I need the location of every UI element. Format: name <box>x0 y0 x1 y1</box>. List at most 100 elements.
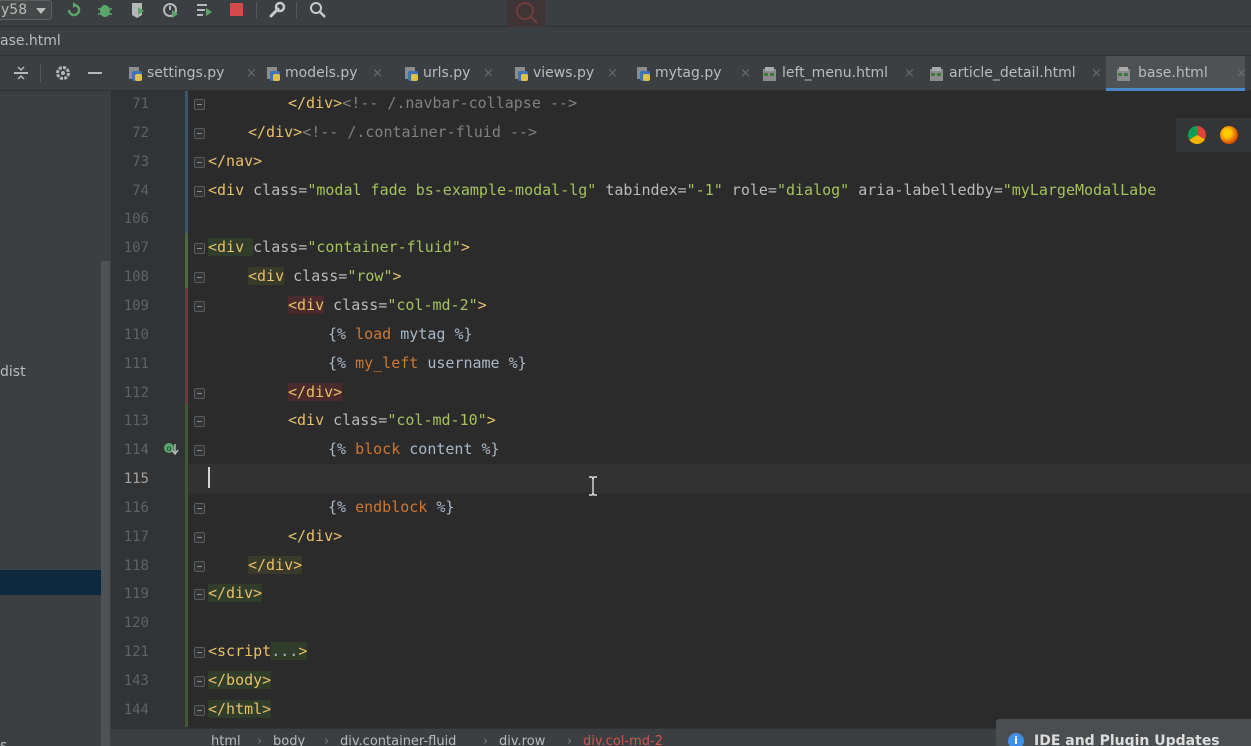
close-icon[interactable]: × <box>372 56 383 91</box>
ide-updates-notification[interactable]: i IDE and Plugin Updates <box>996 719 1251 746</box>
fold-toggle-icon[interactable] <box>194 704 205 716</box>
code-token: %} <box>508 353 527 372</box>
code-token: "myLargeModalLabe <box>1002 180 1157 199</box>
tab-urls-py[interactable]: urls.py × <box>403 56 509 91</box>
vcs-change-marker[interactable] <box>185 233 188 288</box>
breadcrumb-item[interactable]: html <box>211 734 241 746</box>
fold-toggle-icon[interactable] <box>194 127 205 139</box>
tab-mytag-py[interactable]: mytag.py × <box>635 56 758 91</box>
line-number: 71 <box>132 96 149 112</box>
code-line: <script...> <box>208 642 308 661</box>
line-number: 120 <box>123 615 149 632</box>
breadcrumb-separator: › <box>483 734 489 746</box>
fold-toggle-icon[interactable] <box>194 387 205 399</box>
coverage-button[interactable] <box>127 0 149 20</box>
fold-toggle-icon[interactable] <box>194 531 205 543</box>
code-token: <div <box>208 180 254 199</box>
search-everywhere-button[interactable] <box>307 0 329 20</box>
code-token: > <box>298 642 308 661</box>
gear-icon[interactable] <box>54 64 72 82</box>
fold-toggle-icon[interactable] <box>194 243 205 255</box>
code-line: {% my_left username %} <box>328 354 527 372</box>
code-line: </nav> <box>208 152 262 170</box>
line-number: 119 <box>123 586 149 603</box>
code-line: </html> <box>208 699 272 718</box>
close-icon[interactable]: × <box>904 56 915 91</box>
settings-wrench-button[interactable] <box>266 0 288 20</box>
breadcrumb-item[interactable]: body <box>273 734 305 746</box>
stop-button[interactable] <box>226 0 248 20</box>
override-marker-icon[interactable]: o <box>162 440 180 456</box>
breadcrumb-item[interactable]: div.container-fluid <box>340 734 456 746</box>
code-token: </div> <box>288 526 343 545</box>
tab-base-html[interactable]: base.html × <box>1106 56 1247 91</box>
code-token: </html> <box>208 699 272 718</box>
code-line: <div class="col-md-2"> <box>288 295 487 314</box>
file-path-crumb[interactable]: ase.html <box>0 33 61 49</box>
firefox-icon[interactable] <box>1220 126 1238 144</box>
code-token: <div <box>288 411 334 430</box>
fold-toggle-icon[interactable] <box>194 185 205 197</box>
line-number: 143 <box>123 673 149 689</box>
fold-toggle-icon[interactable] <box>194 502 205 514</box>
fold-toggle-icon[interactable] <box>194 156 205 168</box>
code-token: "modal fade bs-example-modal-lg" <box>307 180 597 199</box>
run-configuration-select[interactable]: y58 <box>0 0 52 20</box>
fold-toggle-icon[interactable] <box>194 589 205 601</box>
fold-toggle-icon[interactable] <box>194 416 205 428</box>
tab-left-menu-html[interactable]: left_menu.html × <box>762 56 925 91</box>
close-icon[interactable]: × <box>246 56 257 91</box>
code-token: username <box>418 353 509 372</box>
code-token: class= <box>324 295 388 314</box>
breadcrumb-item[interactable]: div.row <box>499 734 545 746</box>
debug-button[interactable] <box>94 0 116 20</box>
tab-settings-py[interactable]: settings.py × <box>127 56 261 91</box>
tab-article-detail-html[interactable]: article_detail.html × <box>929 56 1102 91</box>
chrome-icon[interactable] <box>1188 126 1206 144</box>
breadcrumb-item[interactable]: div.col-md-2 <box>583 734 663 746</box>
breadcrumb-separator: › <box>257 734 263 746</box>
rerun-button[interactable] <box>63 0 85 20</box>
tree-item-selected[interactable] <box>0 570 101 595</box>
run-list-button[interactable] <box>193 0 215 20</box>
code-token: class= <box>253 238 308 257</box>
html-file-icon <box>763 67 776 81</box>
line-number: 107 <box>123 240 149 257</box>
fold-toggle-icon[interactable] <box>194 272 205 284</box>
fold-toggle-icon[interactable] <box>194 676 205 687</box>
fold-toggle-icon[interactable] <box>194 99 205 110</box>
line-number: 117 <box>123 528 149 545</box>
fold-toggle-icon[interactable] <box>194 647 205 659</box>
tree-item[interactable]: s <box>0 738 7 746</box>
tab-label: base.html <box>1138 65 1208 81</box>
search-icon <box>310 2 326 18</box>
fold-toggle-icon[interactable] <box>194 560 205 572</box>
tab-models-py[interactable]: models.py × <box>265 56 399 91</box>
tab-views-py[interactable]: views.py × <box>513 56 631 91</box>
project-tree-scrollbar[interactable] <box>101 261 110 746</box>
collapse-all-icon[interactable] <box>12 64 30 82</box>
code-token: "row" <box>347 267 393 286</box>
close-icon[interactable]: × <box>1236 56 1247 91</box>
code-line: </div> <box>288 382 343 401</box>
profile-button[interactable] <box>160 0 182 20</box>
notification-title: IDE and Plugin Updates <box>1034 733 1220 746</box>
python-file-icon <box>129 67 142 81</box>
code-token: <div <box>208 238 254 257</box>
fold-toggle-icon[interactable] <box>194 445 205 457</box>
close-icon[interactable]: × <box>740 56 751 91</box>
minimize-icon[interactable] <box>86 64 104 82</box>
close-icon[interactable]: × <box>483 56 494 91</box>
line-number: 110 <box>123 326 149 343</box>
close-icon[interactable]: × <box>607 56 618 91</box>
vcs-change-marker[interactable] <box>185 288 188 404</box>
code-line: <div class="row"> <box>248 267 402 286</box>
fold-toggle-icon[interactable] <box>194 300 205 312</box>
text-caret <box>208 467 210 488</box>
tree-item-dist[interactable]: dist <box>0 364 26 380</box>
code-token: {% <box>328 324 356 343</box>
vcs-change-marker[interactable] <box>185 404 188 727</box>
code-line: </div> <box>208 584 263 603</box>
code-line: <div class="col-md-10"> <box>288 411 496 429</box>
close-icon[interactable]: × <box>1091 56 1102 91</box>
